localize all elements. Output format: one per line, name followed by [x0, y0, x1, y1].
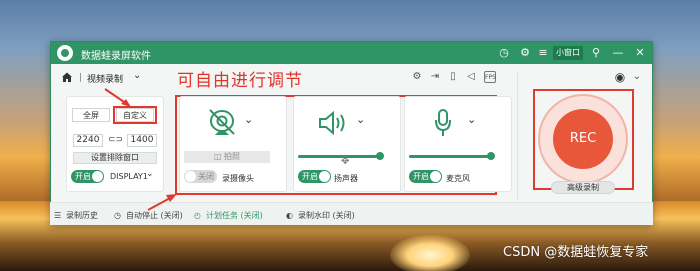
arrow-head-devices: [166, 194, 177, 202]
annotation-arrows: [104, 88, 177, 211]
csdn-watermark: CSDN @数据蛙恢复专家: [503, 245, 649, 260]
